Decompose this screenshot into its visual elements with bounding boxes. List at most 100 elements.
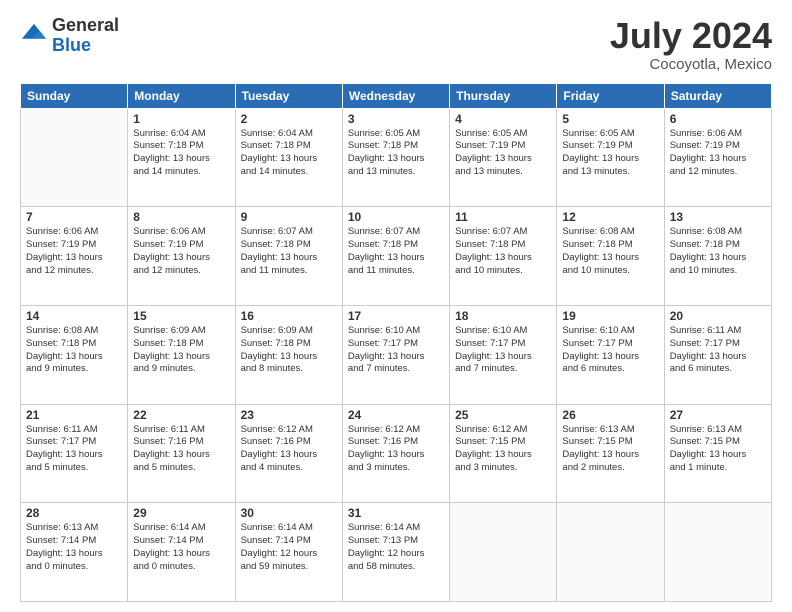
day-info: Sunrise: 6:07 AM Sunset: 7:18 PM Dayligh… (348, 226, 444, 277)
day-number: 27 (670, 408, 766, 422)
logo-icon (20, 22, 48, 50)
day-info: Sunrise: 6:09 AM Sunset: 7:18 PM Dayligh… (241, 325, 337, 376)
day-info: Sunrise: 6:11 AM Sunset: 7:17 PM Dayligh… (26, 424, 122, 475)
calendar-cell: 24Sunrise: 6:12 AM Sunset: 7:16 PM Dayli… (342, 404, 449, 503)
calendar-cell: 28Sunrise: 6:13 AM Sunset: 7:14 PM Dayli… (21, 503, 128, 602)
calendar-day-header: Tuesday (235, 83, 342, 108)
day-number: 10 (348, 210, 444, 224)
day-info: Sunrise: 6:14 AM Sunset: 7:14 PM Dayligh… (241, 522, 337, 573)
calendar-week-row: 7 Sunrise: 6:06 AM Sunset: 7:19 PM Daylig… (21, 207, 772, 306)
calendar-cell: 27 Sunrise: 6:13 AM Sunset: 7:15 PM Dayli… (664, 404, 771, 503)
day-number: 15 (133, 309, 229, 323)
day-number: 20 (670, 309, 766, 323)
day-info: Sunrise: 6:07 AM Sunset: 7:18 PM Dayligh… (455, 226, 551, 277)
calendar-cell: 8 Sunrise: 6:06 AM Sunset: 7:19 PM Daylig… (128, 207, 235, 306)
day-info: Sunrise: 6:12 AM Sunset: 7:15 PM Dayligh… (455, 424, 551, 475)
calendar-cell: 29 Sunrise: 6:14 AM Sunset: 7:14 PM Dayli… (128, 503, 235, 602)
calendar-day-header: Sunday (21, 83, 128, 108)
calendar-day-header: Saturday (664, 83, 771, 108)
day-info: Sunrise: 6:08 AM Sunset: 7:18 PM Dayligh… (562, 226, 658, 277)
title-block: July 2024 Cocoyotla, Mexico (610, 16, 772, 73)
calendar-day-header: Friday (557, 83, 664, 108)
day-info: Sunrise: 6:06 AM Sunset: 7:19 PM Dayligh… (133, 226, 229, 277)
day-info: Sunrise: 6:04 AM Sunset: 7:18 PM Dayligh… (133, 128, 229, 179)
subtitle: Cocoyotla, Mexico (610, 56, 772, 73)
day-number: 14 (26, 309, 122, 323)
day-number: 1 (133, 112, 229, 126)
day-info: Sunrise: 6:13 AM Sunset: 7:15 PM Dayligh… (562, 424, 658, 475)
calendar-cell: 21Sunrise: 6:11 AM Sunset: 7:17 PM Dayli… (21, 404, 128, 503)
day-info: Sunrise: 6:09 AM Sunset: 7:18 PM Dayligh… (133, 325, 229, 376)
calendar-week-row: 14 Sunrise: 6:08 AM Sunset: 7:18 PM Dayli… (21, 305, 772, 404)
day-number: 19 (562, 309, 658, 323)
calendar-cell: 16Sunrise: 6:09 AM Sunset: 7:18 PM Dayli… (235, 305, 342, 404)
calendar-cell: 31 Sunrise: 6:14 AM Sunset: 7:13 PM Dayli… (342, 503, 449, 602)
day-info: Sunrise: 6:06 AM Sunset: 7:19 PM Dayligh… (26, 226, 122, 277)
day-info: Sunrise: 6:12 AM Sunset: 7:16 PM Dayligh… (241, 424, 337, 475)
day-info: Sunrise: 6:14 AM Sunset: 7:14 PM Dayligh… (133, 522, 229, 573)
calendar-cell: 13 Sunrise: 6:08 AM Sunset: 7:18 PM Dayli… (664, 207, 771, 306)
day-number: 25 (455, 408, 551, 422)
day-info: Sunrise: 6:06 AM Sunset: 7:19 PM Dayligh… (670, 128, 766, 179)
day-number: 2 (241, 112, 337, 126)
day-number: 6 (670, 112, 766, 126)
day-info: Sunrise: 6:04 AM Sunset: 7:18 PM Dayligh… (241, 128, 337, 179)
day-number: 3 (348, 112, 444, 126)
day-number: 11 (455, 210, 551, 224)
calendar-cell: 6 Sunrise: 6:06 AM Sunset: 7:19 PM Daylig… (664, 108, 771, 207)
main-title: July 2024 (610, 16, 772, 56)
day-info: Sunrise: 6:11 AM Sunset: 7:16 PM Dayligh… (133, 424, 229, 475)
calendar-cell (664, 503, 771, 602)
calendar-cell: 10 Sunrise: 6:07 AM Sunset: 7:18 PM Dayli… (342, 207, 449, 306)
day-number: 23 (241, 408, 337, 422)
calendar-day-header: Thursday (450, 83, 557, 108)
calendar-cell: 5Sunrise: 6:05 AM Sunset: 7:19 PM Daylig… (557, 108, 664, 207)
calendar-cell: 4 Sunrise: 6:05 AM Sunset: 7:19 PM Daylig… (450, 108, 557, 207)
calendar-cell: 17 Sunrise: 6:10 AM Sunset: 7:17 PM Dayli… (342, 305, 449, 404)
calendar-cell (557, 503, 664, 602)
calendar-week-row: 28Sunrise: 6:13 AM Sunset: 7:14 PM Dayli… (21, 503, 772, 602)
calendar-cell: 2 Sunrise: 6:04 AM Sunset: 7:18 PM Daylig… (235, 108, 342, 207)
day-number: 7 (26, 210, 122, 224)
day-info: Sunrise: 6:10 AM Sunset: 7:17 PM Dayligh… (562, 325, 658, 376)
day-info: Sunrise: 6:08 AM Sunset: 7:18 PM Dayligh… (670, 226, 766, 277)
day-info: Sunrise: 6:08 AM Sunset: 7:18 PM Dayligh… (26, 325, 122, 376)
calendar-cell: 9Sunrise: 6:07 AM Sunset: 7:18 PM Daylig… (235, 207, 342, 306)
day-info: Sunrise: 6:07 AM Sunset: 7:18 PM Dayligh… (241, 226, 337, 277)
day-info: Sunrise: 6:05 AM Sunset: 7:19 PM Dayligh… (455, 128, 551, 179)
day-number: 29 (133, 506, 229, 520)
calendar-cell: 23 Sunrise: 6:12 AM Sunset: 7:16 PM Dayli… (235, 404, 342, 503)
logo-general-text: General (52, 16, 119, 36)
calendar-cell (21, 108, 128, 207)
calendar-cell: 18Sunrise: 6:10 AM Sunset: 7:17 PM Dayli… (450, 305, 557, 404)
header: General Blue July 2024 Cocoyotla, Mexico (20, 16, 772, 73)
calendar-cell (450, 503, 557, 602)
day-number: 8 (133, 210, 229, 224)
day-info: Sunrise: 6:13 AM Sunset: 7:15 PM Dayligh… (670, 424, 766, 475)
calendar-cell: 1 Sunrise: 6:04 AM Sunset: 7:18 PM Daylig… (128, 108, 235, 207)
day-number: 30 (241, 506, 337, 520)
calendar-header-row: SundayMondayTuesdayWednesdayThursdayFrid… (21, 83, 772, 108)
calendar-cell: 12 Sunrise: 6:08 AM Sunset: 7:18 PM Dayli… (557, 207, 664, 306)
day-info: Sunrise: 6:11 AM Sunset: 7:17 PM Dayligh… (670, 325, 766, 376)
calendar-cell: 26Sunrise: 6:13 AM Sunset: 7:15 PM Dayli… (557, 404, 664, 503)
day-number: 22 (133, 408, 229, 422)
calendar-day-header: Wednesday (342, 83, 449, 108)
calendar-cell: 25 Sunrise: 6:12 AM Sunset: 7:15 PM Dayli… (450, 404, 557, 503)
day-number: 13 (670, 210, 766, 224)
day-number: 31 (348, 506, 444, 520)
day-info: Sunrise: 6:14 AM Sunset: 7:13 PM Dayligh… (348, 522, 444, 573)
day-info: Sunrise: 6:05 AM Sunset: 7:19 PM Dayligh… (562, 128, 658, 179)
day-number: 12 (562, 210, 658, 224)
day-number: 4 (455, 112, 551, 126)
calendar-week-row: 1 Sunrise: 6:04 AM Sunset: 7:18 PM Daylig… (21, 108, 772, 207)
logo: General Blue (20, 16, 119, 56)
day-info: Sunrise: 6:13 AM Sunset: 7:14 PM Dayligh… (26, 522, 122, 573)
day-info: Sunrise: 6:10 AM Sunset: 7:17 PM Dayligh… (348, 325, 444, 376)
day-number: 17 (348, 309, 444, 323)
calendar-cell: 7 Sunrise: 6:06 AM Sunset: 7:19 PM Daylig… (21, 207, 128, 306)
day-number: 24 (348, 408, 444, 422)
calendar-table: SundayMondayTuesdayWednesdayThursdayFrid… (20, 83, 772, 602)
calendar-week-row: 21Sunrise: 6:11 AM Sunset: 7:17 PM Dayli… (21, 404, 772, 503)
calendar-cell: 22 Sunrise: 6:11 AM Sunset: 7:16 PM Dayli… (128, 404, 235, 503)
